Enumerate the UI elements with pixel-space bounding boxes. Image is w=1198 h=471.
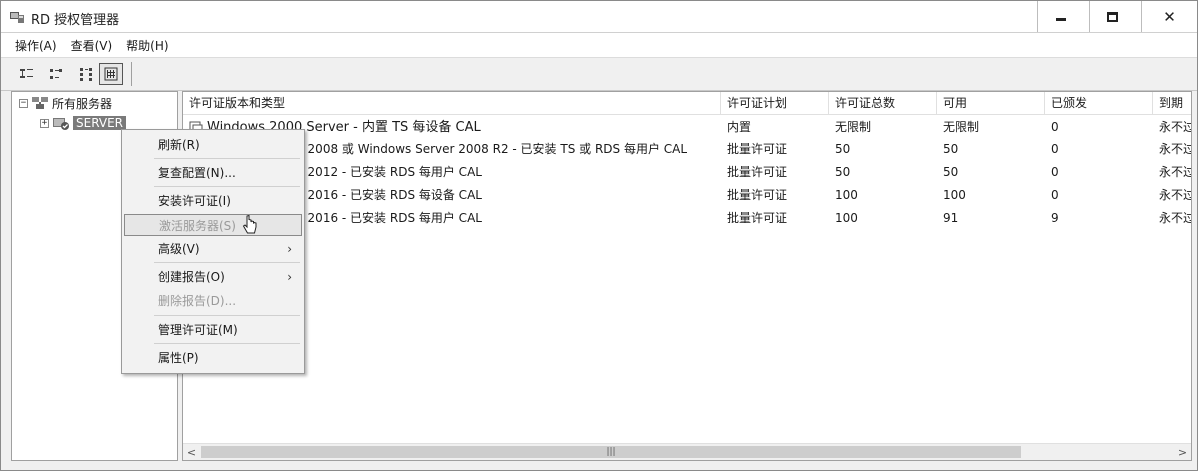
menu-item-install-licenses[interactable]: 安装许可证(I) <box>124 190 302 212</box>
scroll-left-icon[interactable]: < <box>183 444 200 460</box>
cell-total: 50 <box>835 165 851 179</box>
menu-view[interactable]: 查看(V) <box>67 35 117 56</box>
expand-toggle-icon[interactable]: + <box>40 118 49 128</box>
close-icon: ✕ <box>1163 7 1176 26</box>
cell-available: 无限制 <box>943 120 980 134</box>
cell-license-plan: 批量许可证 <box>727 165 788 179</box>
cell-license-plan: 批量许可证 <box>727 188 788 202</box>
list-view-icon <box>104 67 118 81</box>
tree-node-all-servers[interactable]: − 所有服务器 <box>19 94 112 112</box>
submenu-arrow-icon: › <box>287 270 292 284</box>
cell-expiry: 永不过 <box>1159 142 1192 156</box>
menu-item-advanced[interactable]: 高级(V) › <box>124 238 302 260</box>
cell-total: 100 <box>835 188 858 202</box>
rd-licensing-app-icon <box>10 12 24 23</box>
menu-item-create-report[interactable]: 创建报告(O) › <box>124 266 302 288</box>
collapse-toggle-icon[interactable]: − <box>19 98 28 108</box>
table-row[interactable]: Windows Server 2008 或 Windows Server 200… <box>183 138 1192 161</box>
cell-expiry: 永不过 <box>1159 165 1192 179</box>
menu-action[interactable]: 操作(A) <box>11 35 61 56</box>
column-header-license-type[interactable]: 许可证版本和类型 <box>183 92 721 115</box>
scrollbar-thumb[interactable]: ||| <box>201 446 1021 458</box>
menu-bar: 操作(A) 查看(V) 帮助(H) <box>1 33 1197 57</box>
minimize-icon <box>1055 18 1066 21</box>
menu-item-manage-licenses[interactable]: 管理许可证(M) <box>124 319 302 341</box>
cell-expiry: 永不过 <box>1159 188 1192 202</box>
scroll-right-icon[interactable]: > <box>1174 444 1191 460</box>
cell-total: 50 <box>835 142 851 156</box>
toolbar-large-icons-button[interactable] <box>15 63 39 85</box>
cell-total: 100 <box>835 211 858 225</box>
maximize-button[interactable] <box>1089 1 1135 32</box>
small-icons-view-icon <box>50 69 62 79</box>
toolbar <box>1 57 1197 91</box>
column-header-available[interactable]: 可用 <box>937 92 1045 115</box>
menu-separator <box>154 343 300 344</box>
cell-license-plan: 内置 <box>727 120 752 134</box>
column-header-row: 许可证版本和类型 许可证计划 许可证总数 可用 已颁发 到期 <box>183 92 1191 115</box>
license-server-icon <box>53 118 69 130</box>
servers-group-icon <box>32 97 48 109</box>
column-header-issued[interactable]: 已颁发 <box>1045 92 1153 115</box>
grip-icon: ||| <box>606 447 616 457</box>
license-list-pane: 许可证版本和类型 许可证计划 许可证总数 可用 已颁发 到期 Windows 2… <box>182 91 1192 461</box>
tree-server-label: SERVER <box>73 116 127 130</box>
minimize-button[interactable] <box>1037 1 1083 32</box>
mouse-pointer-icon <box>242 215 257 234</box>
tree-node-server[interactable]: + SERVER <box>40 114 127 132</box>
menu-separator <box>154 186 300 187</box>
menu-item-review-config[interactable]: 复查配置(N)... <box>124 162 302 184</box>
cell-issued: 9 <box>1051 211 1059 225</box>
rd-licensing-manager-window: RD 授权管理器 ✕ 操作(A) 查看(V) 帮助(H) − 所有服务器 + S… <box>0 0 1198 471</box>
close-button[interactable]: ✕ <box>1141 1 1197 32</box>
menu-separator <box>154 158 300 159</box>
cell-license-plan: 批量许可证 <box>727 142 788 156</box>
cell-available: 91 <box>943 211 959 225</box>
menu-item-delete-report[interactable]: 删除报告(D)... <box>124 290 302 312</box>
column-header-expiry[interactable]: 到期 <box>1153 92 1191 115</box>
table-row[interactable]: Windows Server 2016 - 已安装 RDS 每设备 CAL 批量… <box>183 184 1192 207</box>
cell-issued: 0 <box>1051 120 1059 134</box>
toolbar-details-button[interactable] <box>99 63 123 85</box>
horizontal-scrollbar[interactable]: < ||| > <box>183 443 1191 460</box>
column-header-total[interactable]: 许可证总数 <box>829 92 937 115</box>
tree-view-icon <box>20 69 33 78</box>
menu-item-properties[interactable]: 属性(P) <box>124 347 302 369</box>
cell-total: 无限制 <box>835 120 872 134</box>
window-title: RD 授权管理器 <box>31 13 120 28</box>
table-row[interactable]: Windows Server 2012 - 已安装 RDS 每用户 CAL 批量… <box>183 161 1192 184</box>
menu-separator <box>154 262 300 263</box>
server-context-menu: 刷新(R) 复查配置(N)... 安装许可证(I) 激活服务器(S) 高级(V)… <box>121 129 305 374</box>
toolbar-list-button[interactable] <box>75 63 99 85</box>
menu-item-refresh[interactable]: 刷新(R) <box>124 134 302 156</box>
cell-license-plan: 批量许可证 <box>727 211 788 225</box>
table-row[interactable]: Windows Server 2016 - 已安装 RDS 每用户 CAL 批量… <box>183 207 1192 230</box>
maximize-icon <box>1107 11 1118 22</box>
details-view-icon <box>80 68 92 81</box>
toolbar-separator <box>131 62 132 86</box>
cell-expiry: 永不过 <box>1159 120 1192 134</box>
tree-root-label: 所有服务器 <box>52 96 113 111</box>
menu-item-activate-server[interactable]: 激活服务器(S) <box>124 214 302 236</box>
submenu-arrow-icon: › <box>287 242 292 256</box>
cell-issued: 0 <box>1051 165 1059 179</box>
cell-available: 50 <box>943 142 959 156</box>
cell-expiry: 永不过 <box>1159 211 1192 225</box>
column-header-license-plan[interactable]: 许可证计划 <box>721 92 829 115</box>
cell-available: 50 <box>943 165 959 179</box>
cell-issued: 0 <box>1051 142 1059 156</box>
cell-available: 100 <box>943 188 966 202</box>
menu-separator <box>154 315 300 316</box>
title-bar: RD 授权管理器 ✕ <box>1 1 1197 33</box>
menu-help[interactable]: 帮助(H) <box>122 35 172 56</box>
toolbar-small-icons-button[interactable] <box>45 63 69 85</box>
cell-issued: 0 <box>1051 188 1059 202</box>
table-row[interactable]: Windows 2000 Server - 内置 TS 每设备 CAL 内置 无… <box>183 116 1192 139</box>
